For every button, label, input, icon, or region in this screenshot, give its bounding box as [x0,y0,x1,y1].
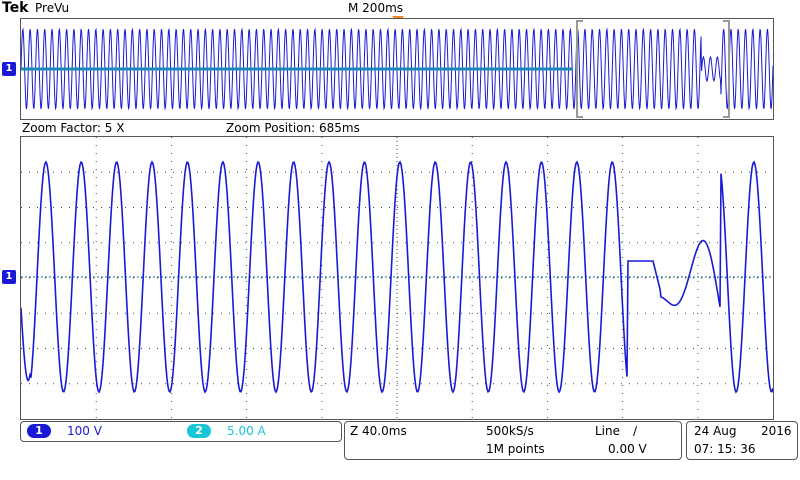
overview-waveform-panel[interactable] [20,18,774,120]
top-status-bar: Tek PreVu M 200ms [0,0,800,23]
ch1-badge[interactable]: 1 [27,424,51,438]
overview-waveform [21,20,773,118]
record-length: 1M points [486,442,545,456]
zoom-waveform [21,137,773,419]
trigger-slope-icon: ∕ [633,424,638,438]
acquisition-readout[interactable]: Z 40.0ms 500kS/s 1M points Line ∕ 0.00 V [344,421,682,460]
date-label: 24 Aug [694,424,737,438]
zoom-graticule[interactable] [20,136,774,420]
zoom-factor-label: Zoom Factor: 5 X [22,121,125,135]
ch1-scale[interactable]: 100 V [67,424,102,438]
trigger-level: 0.00 V [608,442,647,456]
time-label: 07: 15: 36 [694,442,756,456]
year-label: 2016 [761,424,792,438]
trigger-source: Line [595,424,621,438]
acquisition-mode: PreVu [35,1,70,15]
brand-logo: Tek [2,0,29,16]
ch2-scale[interactable]: 5.00 A [227,424,266,438]
zoom-position-label: Zoom Position: 685ms [226,121,360,135]
channel-readout-bar[interactable]: 1 100 V 2 5.00 A [20,421,342,442]
zoom-timebase: Z 40.0ms [350,424,407,438]
main-timebase: M 200ms [348,1,404,15]
datetime-readout: 24 Aug 2016 07: 15: 36 [686,421,798,460]
sample-rate: 500kS/s [486,424,534,438]
ch1-level-marker-overview[interactable]: 1 [2,62,16,76]
ch1-level-marker-zoom[interactable]: 1 [2,270,16,284]
ch2-badge[interactable]: 2 [187,424,211,438]
